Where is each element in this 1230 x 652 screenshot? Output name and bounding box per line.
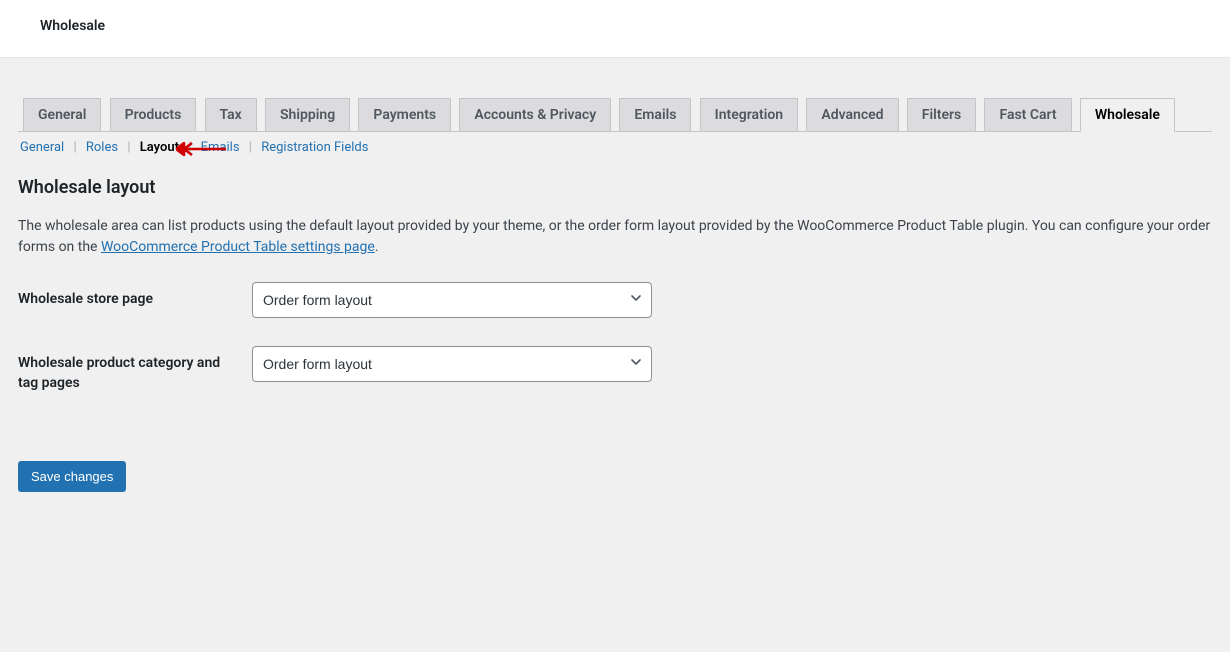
label-category-tag: Wholesale product category and tag pages	[18, 346, 252, 393]
subtab-layout[interactable]: Layout	[138, 138, 181, 157]
form-row-category-tag: Wholesale product category and tag pages…	[18, 346, 1212, 393]
description-text-2: .	[375, 239, 379, 255]
section-description: The wholesale area can list products usi…	[18, 216, 1212, 258]
settings-page-link[interactable]: WooCommerce Product Table settings page	[101, 239, 375, 255]
subtab-emails[interactable]: Emails	[199, 138, 242, 157]
tab-payments[interactable]: Payments	[358, 98, 451, 132]
separator: |	[184, 140, 195, 155]
field-store-page: Order form layout	[252, 282, 1212, 318]
tab-tax[interactable]: Tax	[205, 98, 257, 132]
save-changes-button[interactable]: Save changes	[18, 461, 126, 492]
subtab-general[interactable]: General	[18, 138, 66, 157]
tab-advanced[interactable]: Advanced	[806, 98, 898, 132]
form-table: Wholesale store page Order form layout W…	[18, 282, 1212, 393]
subtab-registration-fields[interactable]: Registration Fields	[259, 138, 370, 157]
separator: |	[69, 140, 80, 155]
select-category-tag[interactable]: Order form layout	[252, 346, 652, 382]
field-category-tag: Order form layout	[252, 346, 1212, 382]
form-row-store-page: Wholesale store page Order form layout	[18, 282, 1212, 318]
separator: |	[245, 140, 256, 155]
tab-products[interactable]: Products	[110, 98, 197, 132]
tab-filters[interactable]: Filters	[907, 98, 976, 132]
tab-wholesale[interactable]: Wholesale	[1080, 98, 1175, 132]
tab-general[interactable]: General	[23, 98, 101, 132]
subtab-roles[interactable]: Roles	[84, 138, 120, 157]
tab-fast-cart[interactable]: Fast Cart	[984, 98, 1071, 132]
tab-integration[interactable]: Integration	[700, 98, 798, 132]
separator: |	[123, 140, 134, 155]
select-store-page[interactable]: Order form layout	[252, 282, 652, 318]
label-store-page: Wholesale store page	[18, 282, 252, 310]
section-title: Wholesale layout	[18, 177, 1212, 198]
select-wrapper: Order form layout	[252, 346, 652, 382]
nav-tab-wrapper: General Products Tax Shipping Payments A…	[18, 98, 1212, 132]
content-wrap: General Products Tax Shipping Payments A…	[0, 98, 1230, 492]
tab-accounts-privacy[interactable]: Accounts & Privacy	[459, 98, 611, 132]
subsubsub: General | Roles | Layout | Emails | Regi…	[18, 140, 1212, 155]
header-bar: Wholesale	[0, 0, 1230, 58]
tab-shipping[interactable]: Shipping	[265, 98, 350, 132]
select-wrapper: Order form layout	[252, 282, 652, 318]
tab-emails[interactable]: Emails	[619, 98, 691, 132]
page-title: Wholesale	[40, 8, 1190, 34]
